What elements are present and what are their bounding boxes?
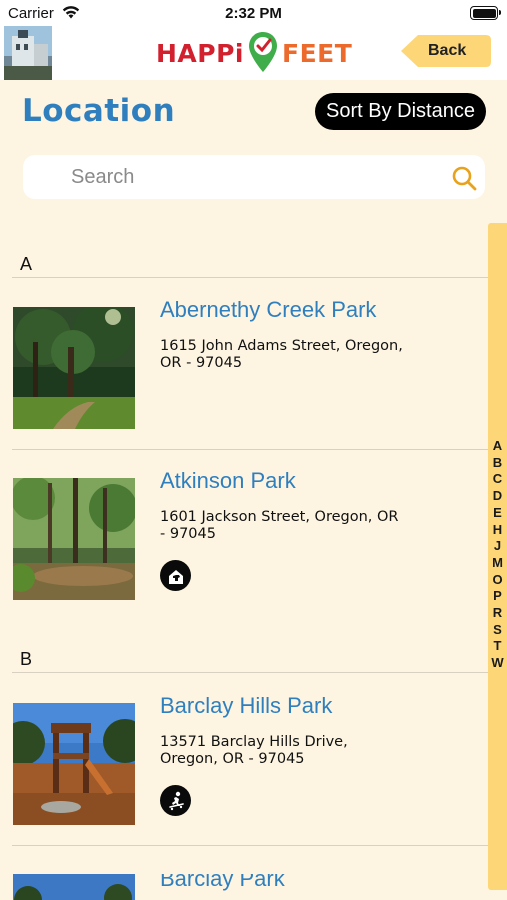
sort-by-distance-button[interactable]: Sort By Distance (315, 93, 486, 130)
index-letter-p[interactable]: P (488, 588, 507, 605)
app-logo: HAPPi FEET (156, 28, 352, 78)
section-divider (12, 277, 488, 278)
search-input[interactable] (71, 155, 421, 199)
park-name: Atkinson Park (160, 468, 296, 493)
park-photo (13, 703, 135, 825)
index-letter-c[interactable]: C (488, 471, 507, 488)
page-title: Location (22, 93, 176, 129)
index-letter-a[interactable]: A (488, 438, 507, 455)
search-icon[interactable] (451, 165, 477, 191)
index-letter-s[interactable]: S (488, 622, 507, 639)
index-letter-o[interactable]: O (488, 572, 507, 589)
park-address: 1615 John Adams Street, Oregon, OR - 970… (160, 338, 403, 371)
park-photo (13, 478, 135, 600)
index-letter-j[interactable]: J (488, 538, 507, 555)
section-header-a: A (20, 254, 33, 274)
index-letter-b[interactable]: B (488, 455, 507, 472)
back-label: Back (428, 42, 467, 59)
park-name: Abernethy Creek Park (160, 297, 377, 322)
park-name: Barclay Hills Park (160, 693, 333, 718)
header-thumbnail (4, 26, 52, 80)
index-letter-e[interactable]: E (488, 505, 507, 522)
list-item[interactable]: Abernethy Creek Park 1615 John Adams Str… (0, 297, 488, 457)
index-letter-h[interactable]: H (488, 522, 507, 539)
skateboard-icon (160, 785, 191, 816)
clock: 2:32 PM (225, 5, 282, 22)
list-item[interactable]: Atkinson Park 1601 Jackson Street, Orego… (0, 468, 488, 628)
index-letter-w[interactable]: W (488, 655, 507, 672)
index-letter-t[interactable]: T (488, 638, 507, 655)
park-photo (13, 307, 135, 429)
app-header: HAPPi FEET Back (0, 26, 507, 80)
park-name: Barclay Park (160, 874, 285, 891)
park-address: 13571 Barclay Hills Drive, Oregon, OR - … (160, 734, 348, 767)
park-photo (13, 874, 135, 900)
battery-icon (470, 6, 501, 20)
section-divider (12, 672, 488, 673)
park-address: 1601 Jackson Street, Oregon, OR - 97045 (160, 509, 399, 542)
back-button[interactable]: Back (400, 34, 492, 68)
logo-text-left: HAPPi (156, 38, 244, 68)
index-letter-r[interactable]: R (488, 605, 507, 622)
index-letter-d[interactable]: D (488, 488, 507, 505)
dog-park-icon (160, 560, 191, 591)
search-bar (23, 155, 485, 199)
list-item[interactable]: Barclay Park (0, 874, 488, 900)
alphabet-index[interactable]: ABCDEHJMOPRSTW (488, 223, 507, 890)
map-pin-check-icon (249, 32, 277, 72)
item-divider (12, 845, 488, 846)
logo-text-right: FEET (282, 38, 353, 68)
item-divider (12, 449, 488, 450)
section-header-b: B (20, 649, 33, 669)
list-item[interactable]: Barclay Hills Park 13571 Barclay Hills D… (0, 693, 488, 853)
status-bar: Carrier 2:32 PM (0, 0, 507, 26)
index-letter-m[interactable]: M (488, 555, 507, 572)
